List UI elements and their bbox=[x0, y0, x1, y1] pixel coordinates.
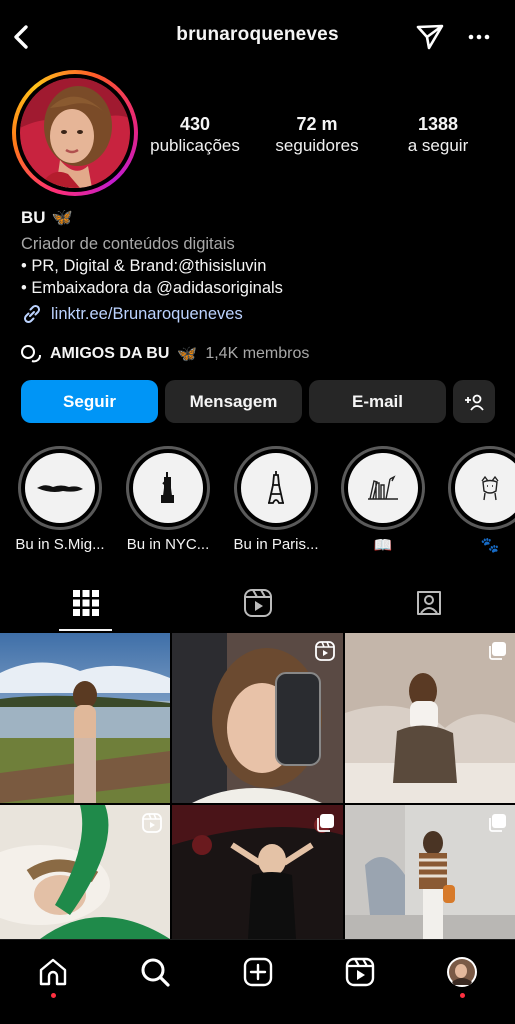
butterfly-emoji: 🦋 bbox=[51, 208, 73, 227]
highlight-s-miguel[interactable]: Bu in S.Mig... bbox=[8, 446, 112, 553]
highlight-label: Bu in NYC... bbox=[126, 536, 210, 553]
community-emoji: 🦋 bbox=[177, 346, 198, 363]
bio-line-1: • PR, Digital & Brand:@thisisluvin bbox=[21, 257, 267, 275]
dog-icon bbox=[455, 453, 515, 523]
tab-posts-grid[interactable] bbox=[0, 574, 172, 632]
followers-label: seguidores bbox=[275, 136, 359, 155]
grid-icon bbox=[72, 589, 100, 617]
active-tab-indicator bbox=[59, 629, 112, 631]
highlight-label: 📖 bbox=[373, 537, 393, 554]
reels-badge-icon bbox=[315, 641, 335, 661]
profile-category: Criador de conteúdos digitais bbox=[21, 235, 235, 253]
chat-bubbles-icon bbox=[20, 343, 42, 365]
profile-avatar[interactable] bbox=[12, 70, 138, 196]
following-count: 1388 bbox=[417, 114, 459, 134]
community-members: 1,4K membros bbox=[205, 345, 310, 362]
follow-button[interactable]: Seguir bbox=[21, 380, 158, 423]
following-label: a seguir bbox=[407, 136, 469, 155]
community-channel[interactable]: AMIGOS DA BU 🦋 1,4K membros bbox=[20, 343, 309, 365]
carousel-icon bbox=[315, 813, 335, 833]
top-bar: brunaroqueneves bbox=[0, 0, 515, 72]
reels-icon bbox=[243, 588, 273, 618]
send-message-icon[interactable] bbox=[414, 21, 446, 53]
avatar-photo bbox=[20, 78, 130, 188]
link-icon bbox=[21, 303, 43, 325]
statue-of-liberty-icon bbox=[133, 453, 203, 523]
carousel-icon bbox=[487, 641, 507, 661]
tagged-person-icon bbox=[414, 588, 444, 618]
stat-posts[interactable]: 430 publicações bbox=[130, 113, 260, 157]
eiffel-tower-icon bbox=[241, 453, 311, 523]
posts-count: 430 bbox=[179, 114, 211, 134]
highlight-label: 🐾 bbox=[480, 537, 500, 554]
nav-search[interactable] bbox=[135, 952, 175, 992]
display-name-text: BU bbox=[21, 208, 46, 227]
posts-grid bbox=[0, 633, 515, 939]
reels-icon bbox=[344, 956, 376, 988]
profile-avatar-icon bbox=[446, 956, 478, 988]
stat-followers[interactable]: 72 m seguidores bbox=[252, 113, 382, 157]
island-icon bbox=[25, 453, 95, 523]
nav-profile[interactable] bbox=[442, 952, 482, 992]
highlight-nyc[interactable]: Bu in NYC... bbox=[116, 446, 220, 553]
profile-bio: BU 🦋 Criador de conteúdos digitais • PR,… bbox=[21, 207, 501, 325]
post-thumbnail[interactable] bbox=[345, 633, 515, 803]
nav-reels[interactable] bbox=[340, 952, 380, 992]
highlight-label: Bu in S.Mig... bbox=[15, 536, 105, 553]
posts-label: publicações bbox=[150, 136, 240, 155]
books-icon bbox=[348, 453, 418, 523]
post-thumbnail[interactable] bbox=[345, 805, 515, 939]
content-tabs bbox=[0, 574, 515, 632]
post-thumbnail[interactable] bbox=[0, 805, 170, 939]
highlight-books[interactable]: 📖 bbox=[331, 446, 435, 554]
highlight-label: Bu in Paris... bbox=[233, 536, 319, 553]
highlight-paris[interactable]: Bu in Paris... bbox=[224, 446, 328, 553]
search-icon bbox=[139, 956, 171, 988]
more-options-icon[interactable] bbox=[466, 24, 492, 50]
post-thumbnail[interactable] bbox=[172, 633, 343, 803]
reels-badge-icon bbox=[142, 813, 162, 833]
bio-link[interactable]: linktr.ee/Brunaroqueneves bbox=[21, 303, 501, 325]
tab-reels[interactable] bbox=[172, 574, 344, 632]
bio-link-text: linktr.ee/Brunaroqueneves bbox=[51, 305, 243, 323]
followers-count: 72 m bbox=[296, 114, 338, 134]
display-name: BU 🦋 bbox=[21, 207, 501, 229]
carousel-icon bbox=[487, 813, 507, 833]
community-title: AMIGOS DA BU bbox=[50, 345, 170, 362]
highlight-pets[interactable]: 🐾 bbox=[438, 446, 515, 554]
suggested-accounts-button[interactable] bbox=[453, 380, 495, 423]
post-thumbnail[interactable] bbox=[0, 633, 170, 803]
email-button[interactable]: E-mail bbox=[309, 380, 446, 423]
bottom-navigation bbox=[0, 939, 515, 1024]
nav-create[interactable] bbox=[238, 952, 278, 992]
tab-tagged[interactable] bbox=[343, 574, 515, 632]
nav-home[interactable] bbox=[33, 952, 73, 992]
message-button[interactable]: Mensagem bbox=[165, 380, 302, 423]
add-person-icon bbox=[463, 391, 485, 413]
bio-line-2: • Embaixadora da @adidasoriginals bbox=[21, 279, 283, 297]
stat-following[interactable]: 1388 a seguir bbox=[373, 113, 503, 157]
create-post-icon bbox=[242, 956, 274, 988]
home-icon bbox=[37, 956, 69, 988]
post-thumbnail[interactable] bbox=[172, 805, 343, 939]
notification-dot bbox=[51, 993, 56, 998]
notification-dot bbox=[460, 993, 465, 998]
